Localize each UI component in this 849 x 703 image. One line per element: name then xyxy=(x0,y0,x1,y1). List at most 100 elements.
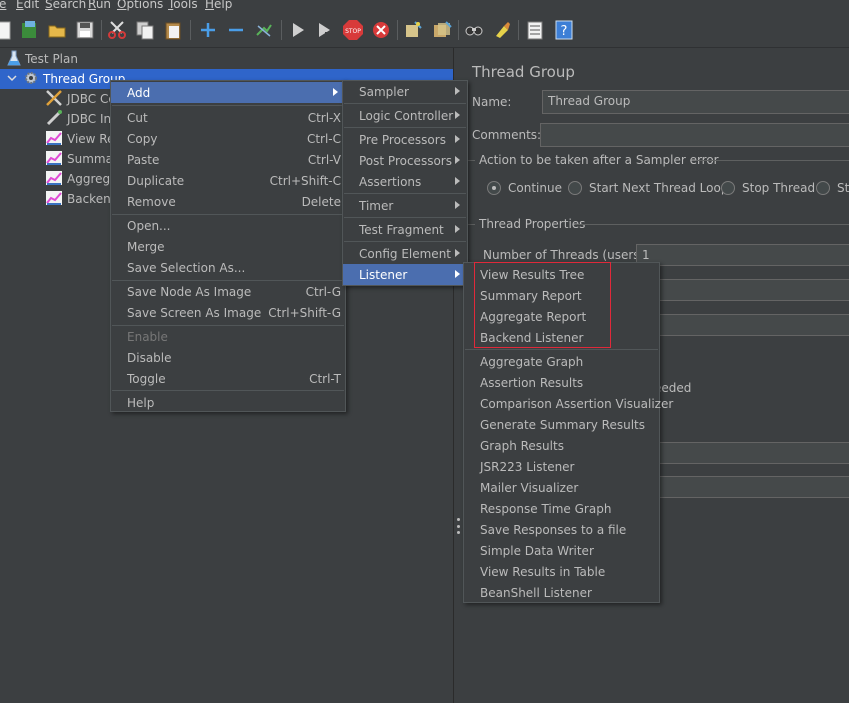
menu-item-config-element[interactable]: Config Element xyxy=(343,243,467,264)
save-icon[interactable] xyxy=(74,19,96,41)
help-icon[interactable]: ? xyxy=(553,19,575,41)
menu-item-graph-results[interactable]: Graph Results xyxy=(464,435,659,456)
tree-item-thread-group[interactable]: Thread Group xyxy=(7,69,125,89)
reset-search-icon[interactable] xyxy=(491,19,513,41)
start-icon[interactable] xyxy=(287,19,309,41)
menu-item-toggle[interactable]: Toggle Ctrl-T xyxy=(111,368,345,389)
name-field[interactable]: Thread Group xyxy=(542,90,849,114)
menu-item-label: JSR223 Listener xyxy=(480,459,575,474)
menu-run[interactable]: Run xyxy=(88,0,111,12)
menu-item-simple-data-writer[interactable]: Simple Data Writer xyxy=(464,540,659,561)
menu-tools[interactable]: Tools xyxy=(168,0,198,12)
menu-item-sampler[interactable]: Sampler xyxy=(343,81,467,102)
threads-field[interactable]: 1 xyxy=(636,244,849,266)
menu-item-assertion-results[interactable]: Assertion Results xyxy=(464,372,659,393)
menu-item-timer[interactable]: Timer xyxy=(343,195,467,216)
ramp-up-field[interactable] xyxy=(636,279,849,301)
tree-item-listener-3[interactable]: Aggrega xyxy=(45,169,117,189)
tree-item-listener-4[interactable]: Backend xyxy=(45,189,118,209)
menu-item-generate-summary-results[interactable]: Generate Summary Results xyxy=(464,414,659,435)
menu-item-post-processors[interactable]: Post Processors xyxy=(343,150,467,171)
menu-item-test-fragment[interactable]: Test Fragment xyxy=(343,219,467,240)
duration-field[interactable] xyxy=(636,442,849,464)
clear-icon[interactable] xyxy=(402,19,424,41)
radio-stop-thread-label[interactable]: Stop Thread xyxy=(742,181,815,195)
menu-item-label: Assertion Results xyxy=(480,375,584,390)
templates-icon[interactable] xyxy=(18,19,40,41)
menu-help[interactable]: Help xyxy=(205,0,232,12)
cut-icon[interactable] xyxy=(106,19,128,41)
menu-item-aggregate-graph[interactable]: Aggregate Graph xyxy=(464,351,659,372)
menu-item-disable[interactable]: Disable xyxy=(111,347,345,368)
radio-continue-label[interactable]: Continue xyxy=(508,181,562,195)
splitter-grip-icon[interactable] xyxy=(457,518,460,534)
menu-item-save-selection[interactable]: Save Selection As... xyxy=(111,257,345,278)
comments-label: Comments: xyxy=(472,128,542,142)
toggle-icon[interactable] xyxy=(253,19,275,41)
menu-item-label: Aggregate Graph xyxy=(480,354,584,369)
function-helper-icon[interactable] xyxy=(524,19,546,41)
startup-delay-field[interactable] xyxy=(636,476,849,498)
menu-item-save-node-image[interactable]: Save Node As Image Ctrl-G xyxy=(111,281,345,302)
tree-item-test-plan[interactable]: Test Plan xyxy=(7,49,78,69)
menu-item-mailer-visualizer[interactable]: Mailer Visualizer xyxy=(464,477,659,498)
tree-item-jdbc-config[interactable]: JDBC Co xyxy=(45,89,116,109)
menu-item-remove[interactable]: Remove Delete xyxy=(111,191,345,212)
new-icon[interactable] xyxy=(0,19,14,41)
menu-edit[interactable]: Edit xyxy=(16,0,39,12)
menu-item-label: Post Processors xyxy=(359,153,452,168)
loop-count-field[interactable] xyxy=(636,314,849,336)
menu-item-help[interactable]: Help xyxy=(111,392,345,413)
menu-item-label: Save Selection As... xyxy=(127,260,246,275)
open-icon[interactable] xyxy=(46,19,68,41)
radio-continue[interactable] xyxy=(487,181,501,195)
radio-stop-test-label[interactable]: St xyxy=(837,181,849,195)
menu-item-label: Help xyxy=(127,395,155,410)
jdbc-config-icon xyxy=(45,89,63,110)
menu-item-logic-controller[interactable]: Logic Controller xyxy=(343,105,467,126)
menu-item-view-results-table[interactable]: View Results in Table xyxy=(464,561,659,582)
menu-item-save-screen-image[interactable]: Save Screen As Image Ctrl+Shift-G xyxy=(111,302,345,323)
menu-item-label: Remove xyxy=(127,194,176,209)
menu-item-cut[interactable]: Cut Ctrl-X xyxy=(111,107,345,128)
copy-icon[interactable] xyxy=(134,19,156,41)
radio-stop-thread[interactable] xyxy=(721,181,735,195)
radio-stop-test[interactable] xyxy=(816,181,830,195)
menu-file[interactable]: e xyxy=(0,0,6,12)
menu-item-add[interactable]: Add xyxy=(111,82,345,103)
menu-item-pre-processors[interactable]: Pre Processors xyxy=(343,129,467,150)
menu-item-copy[interactable]: Copy Ctrl-C xyxy=(111,128,345,149)
expand-icon[interactable] xyxy=(197,19,219,41)
menu-item-beanshell-listener[interactable]: BeanShell Listener xyxy=(464,582,659,603)
menu-item-jsr223-listener[interactable]: JSR223 Listener xyxy=(464,456,659,477)
radio-start-next-loop-label[interactable]: Start Next Thread Loop xyxy=(589,181,728,195)
radio-start-next-loop[interactable] xyxy=(568,181,582,195)
collapse-icon[interactable] xyxy=(225,19,247,41)
menu-item-paste[interactable]: Paste Ctrl-V xyxy=(111,149,345,170)
menu-item-open[interactable]: Open... xyxy=(111,215,345,236)
menu-item-duplicate[interactable]: Duplicate Ctrl+Shift-C xyxy=(111,170,345,191)
submenu-arrow-icon xyxy=(455,156,460,164)
tree-item-jdbc-sampler[interactable]: JDBC Ins xyxy=(45,109,117,129)
menu-item-assertions[interactable]: Assertions xyxy=(343,171,467,192)
start-no-pause-icon[interactable] xyxy=(313,19,335,41)
paste-icon[interactable] xyxy=(162,19,184,41)
chevron-down-icon[interactable] xyxy=(7,72,17,86)
tree-item-listener-1[interactable]: View Re xyxy=(45,129,114,149)
tree-item-listener-2[interactable]: Summa xyxy=(45,149,113,169)
comments-field[interactable] xyxy=(540,123,849,147)
menu-search[interactable]: Search xyxy=(45,0,86,12)
clear-all-icon[interactable] xyxy=(431,19,453,41)
stop-icon[interactable]: STOP xyxy=(342,19,364,41)
menu-item-comparison-assertion-visualizer[interactable]: Comparison Assertion Visualizer xyxy=(464,393,673,414)
menu-item-label: Mailer Visualizer xyxy=(480,480,579,495)
menu-item-listener[interactable]: Listener xyxy=(343,264,467,285)
menu-item-save-responses[interactable]: Save Responses to a file xyxy=(464,519,659,540)
menu-item-label: Listener xyxy=(359,267,408,282)
shutdown-icon[interactable] xyxy=(370,19,392,41)
menu-item-response-time-graph[interactable]: Response Time Graph xyxy=(464,498,659,519)
menu-item-label: Disable xyxy=(127,350,172,365)
menu-options[interactable]: Options xyxy=(117,0,163,12)
menu-item-merge[interactable]: Merge xyxy=(111,236,345,257)
search-icon[interactable] xyxy=(463,19,485,41)
